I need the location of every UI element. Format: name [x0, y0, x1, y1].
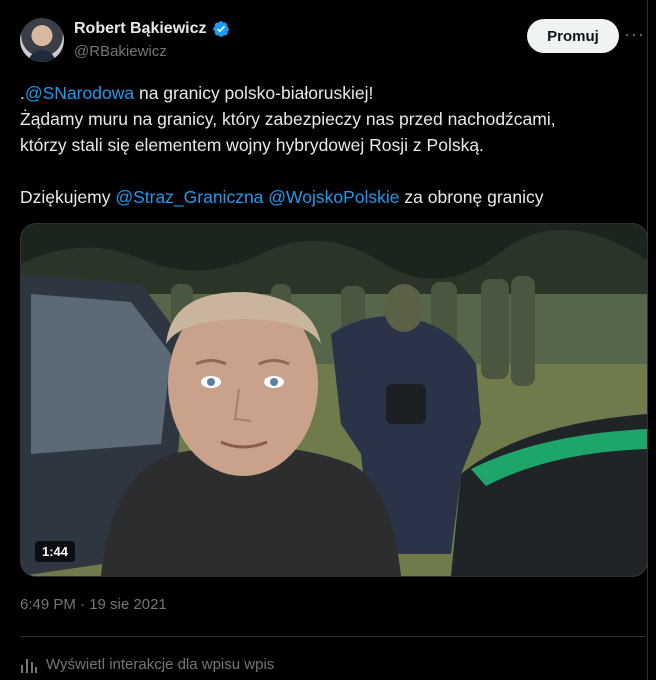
author-name-row: Robert Bąkiewicz [74, 20, 230, 38]
analytics-label: Wyświetl interakcje dla wpisu wpis [46, 656, 275, 673]
video-player[interactable]: 1:44 [20, 223, 648, 577]
mention-straz-graniczna[interactable]: @Straz_Graniczna [115, 187, 263, 207]
tweet-line-1: .@SNarodowa na granicy polsko-białoruski… [20, 80, 620, 106]
tweet-line-2: Żądamy muru na granicy, który zabezpiecz… [20, 109, 556, 129]
more-options-icon[interactable]: ··· [624, 24, 645, 45]
verified-badge-icon [213, 21, 230, 37]
tweet-text-fragment: na granicy polsko-białoruskiej! [134, 83, 374, 103]
tweet-line-4: Dziękujemy @Straz_Graniczna @WojskoPolsk… [20, 184, 620, 210]
video-frame [21, 224, 647, 576]
tweet-text-fragment: za obronę granicy [399, 187, 544, 207]
avatar-shirt [28, 50, 56, 62]
mention-wojsko-polskie[interactable]: @WojskoPolskie [268, 187, 399, 207]
tweet-text-fragment: Dziękujemy [20, 187, 116, 207]
tweet-text: .@SNarodowa na granicy polsko-białoruski… [20, 80, 620, 210]
tweet-line-3: którzy stali się elementem wojny hybrydo… [20, 135, 484, 155]
promote-button[interactable]: Promuj [527, 19, 619, 53]
mention-snarodowa[interactable]: @SNarodowa [25, 83, 134, 103]
view-analytics-link[interactable]: Wyświetl interakcje dla wpisu wpis [20, 656, 274, 673]
divider [20, 636, 646, 637]
tweet-card: Robert Bąkiewicz @RBakiewicz Promuj ··· … [0, 0, 656, 680]
tweet-timestamp[interactable]: 6:49 PM · 19 sie 2021 [20, 596, 167, 613]
analytics-bar-icon [21, 658, 37, 673]
video-duration-badge: 1:44 [35, 541, 76, 562]
author-handle[interactable]: @RBakiewicz [74, 43, 167, 60]
author-name[interactable]: Robert Bąkiewicz [74, 20, 206, 38]
avatar[interactable] [20, 18, 64, 62]
